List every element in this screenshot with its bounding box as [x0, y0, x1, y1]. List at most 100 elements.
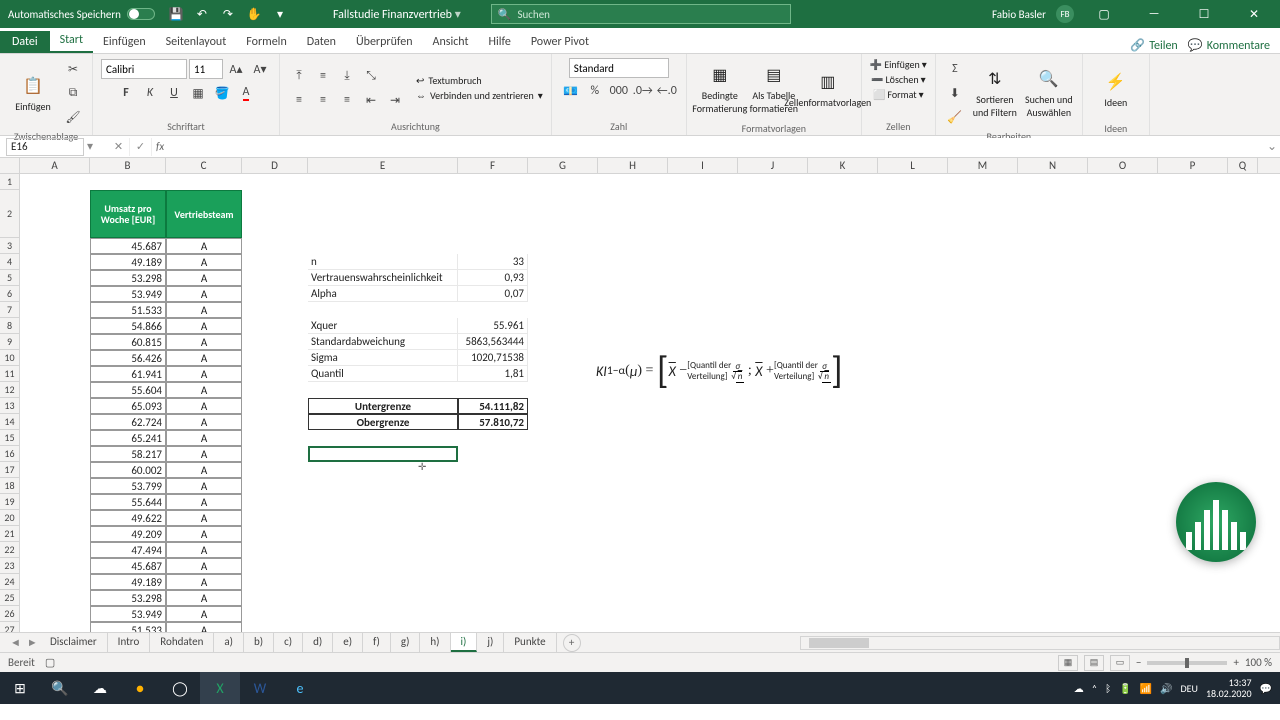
cell-E10[interactable]: Sigma	[308, 350, 458, 366]
row-header-10[interactable]: 10	[0, 350, 20, 366]
macro-record-icon[interactable]: ▢	[45, 656, 55, 669]
cell-B25[interactable]: 53.298	[90, 590, 166, 606]
user-avatar[interactable]: FB	[1056, 5, 1074, 23]
taskbar-app-3[interactable]: ◯	[160, 672, 200, 704]
cell-E11[interactable]: Quantil	[308, 366, 458, 382]
row-header-4[interactable]: 4	[0, 254, 20, 270]
sheet-tab-g[interactable]: g)	[391, 633, 421, 652]
cell-F13[interactable]: 54.111,82	[458, 398, 528, 414]
decrease-font-icon[interactable]: A▾	[249, 58, 271, 80]
start-button[interactable]: ⊞	[0, 672, 40, 704]
fx-icon[interactable]: fx	[156, 140, 164, 153]
cell-B3[interactable]: 45.687	[90, 238, 166, 254]
cell-B27[interactable]: 51.533	[90, 622, 166, 632]
cell-B23[interactable]: 45.687	[90, 558, 166, 574]
sort-filter-button[interactable]: ⇅Sortieren und Filtern	[970, 62, 1020, 124]
cell-C12[interactable]: A	[166, 382, 242, 398]
row-header-11[interactable]: 11	[0, 366, 20, 382]
cell-B14[interactable]: 62.724	[90, 414, 166, 430]
add-sheet-button[interactable]: +	[563, 634, 581, 652]
col-header-K[interactable]: K	[808, 158, 878, 173]
row-header-1[interactable]: 1	[0, 174, 20, 190]
cell-E16[interactable]	[308, 446, 458, 462]
format-painter-icon[interactable]: 🖌	[62, 106, 84, 128]
redo-icon[interactable]: ↷	[219, 5, 237, 23]
cell-C27[interactable]: A	[166, 622, 242, 632]
cell-B9[interactable]: 60.815	[90, 334, 166, 350]
col-header-L[interactable]: L	[878, 158, 948, 173]
tab-start[interactable]: Start	[50, 29, 93, 53]
align-center-icon[interactable]: ≡	[312, 89, 334, 111]
row-header-12[interactable]: 12	[0, 382, 20, 398]
increase-font-icon[interactable]: A▴	[225, 58, 247, 80]
sheet-tab-a[interactable]: a)	[214, 633, 244, 652]
row-header-19[interactable]: 19	[0, 494, 20, 510]
row-header-9[interactable]: 9	[0, 334, 20, 350]
tab-hilfe[interactable]: Hilfe	[479, 31, 521, 53]
cell-B5[interactable]: 53.298	[90, 270, 166, 286]
cell-C17[interactable]: A	[166, 462, 242, 478]
row-header-20[interactable]: 20	[0, 510, 20, 526]
sheet-tab-c[interactable]: c)	[274, 633, 303, 652]
row-header-16[interactable]: 16	[0, 446, 20, 462]
tray-language[interactable]: DEU	[1180, 682, 1197, 695]
cut-icon[interactable]: ✂	[62, 58, 84, 80]
expand-formula-icon[interactable]: ⌄	[1264, 139, 1280, 154]
cell-B4[interactable]: 49.189	[90, 254, 166, 270]
cell-C8[interactable]: A	[166, 318, 242, 334]
row-header-22[interactable]: 22	[0, 542, 20, 558]
autosave-toggle[interactable]: Automatisches Speichern	[0, 8, 163, 21]
cell-F8[interactable]: 55.961	[458, 318, 528, 334]
orientation-icon[interactable]: ⤡	[360, 65, 382, 87]
tray-notifications-icon[interactable]: 💬	[1260, 682, 1272, 695]
sheet-tab-i[interactable]: i)	[451, 633, 478, 652]
cell-E14[interactable]: Obergrenze	[308, 414, 458, 430]
currency-icon[interactable]: 💶	[560, 80, 582, 102]
row-header-18[interactable]: 18	[0, 478, 20, 494]
font-name-select[interactable]	[101, 59, 187, 79]
sheet-prev-icon[interactable]: ◄	[10, 636, 21, 649]
cell-E4[interactable]: n	[308, 254, 458, 270]
col-header-H[interactable]: H	[598, 158, 668, 173]
cell-F9[interactable]: 5863,563444	[458, 334, 528, 350]
close-icon[interactable]: ✕	[1234, 0, 1274, 28]
page-layout-icon[interactable]: ▤	[1084, 655, 1104, 671]
spreadsheet-grid[interactable]: ABCDEFGHIJKLMNOPQ 1234567891011121314151…	[0, 158, 1280, 632]
qat-more-icon[interactable]: ▾	[271, 5, 289, 23]
col-header-M[interactable]: M	[948, 158, 1018, 173]
row-header-17[interactable]: 17	[0, 462, 20, 478]
row-header-24[interactable]: 24	[0, 574, 20, 590]
cancel-formula-icon[interactable]: ✕	[108, 138, 130, 156]
cell-C3[interactable]: A	[166, 238, 242, 254]
col-header-F[interactable]: F	[458, 158, 528, 173]
cell-C15[interactable]: A	[166, 430, 242, 446]
sheet-tab-h[interactable]: h)	[420, 633, 450, 652]
cell-F14[interactable]: 57.810,72	[458, 414, 528, 430]
taskbar-edge-icon[interactable]: e	[280, 672, 320, 704]
accept-formula-icon[interactable]: ✓	[130, 138, 152, 156]
row-header-25[interactable]: 25	[0, 590, 20, 606]
sheet-next-icon[interactable]: ►	[27, 636, 38, 649]
minimize-icon[interactable]: —	[1134, 0, 1174, 28]
cell-B18[interactable]: 53.799	[90, 478, 166, 494]
cell-B19[interactable]: 55.644	[90, 494, 166, 510]
cell-E8[interactable]: Xquer	[308, 318, 458, 334]
borders-icon[interactable]: ▦	[187, 82, 209, 104]
cell-C6[interactable]: A	[166, 286, 242, 302]
italic-button[interactable]: K	[139, 82, 161, 104]
cell-B17[interactable]: 60.002	[90, 462, 166, 478]
row-header-21[interactable]: 21	[0, 526, 20, 542]
col-header-C[interactable]: C	[166, 158, 242, 173]
tab-ansicht[interactable]: Ansicht	[423, 31, 479, 53]
cell-B16[interactable]: 58.217	[90, 446, 166, 462]
col-header-B[interactable]: B	[90, 158, 166, 173]
cell-B10[interactable]: 56.426	[90, 350, 166, 366]
cell-F5[interactable]: 0,93	[458, 270, 528, 286]
addon-logo[interactable]	[1176, 482, 1256, 562]
row-header-8[interactable]: 8	[0, 318, 20, 334]
font-size-select[interactable]	[189, 59, 223, 79]
fill-color-icon[interactable]: 🪣	[211, 82, 233, 104]
row-header-27[interactable]: 27	[0, 622, 20, 632]
ideas-button[interactable]: ⚡Ideen	[1091, 58, 1141, 120]
dec-decimal-icon[interactable]: ←.0	[656, 80, 678, 102]
